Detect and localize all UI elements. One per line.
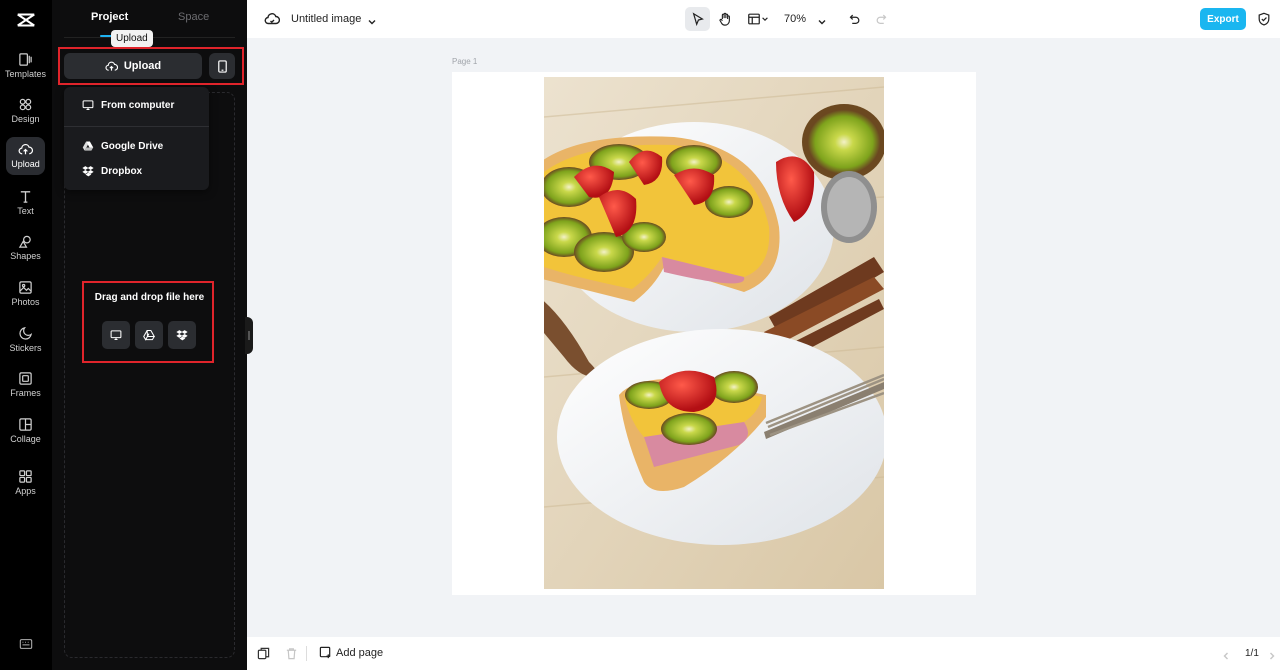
google-drive-icon xyxy=(143,329,155,341)
rail-item-stickers[interactable]: Stickers xyxy=(6,321,45,361)
rail-item-apps[interactable]: Apps xyxy=(6,464,45,504)
upload-panel: Project Space Upload Upload From compute… xyxy=(52,0,247,670)
rail-label: Apps xyxy=(15,486,36,496)
menu-divider xyxy=(64,126,209,127)
menu-item-from-computer[interactable]: From computer xyxy=(82,99,174,111)
rail-item-upload[interactable]: Upload xyxy=(6,137,45,175)
cloud-upload-icon xyxy=(18,143,33,155)
tab-space[interactable]: Space xyxy=(178,11,209,23)
drag-drop-title: Drag and drop file here xyxy=(94,292,205,303)
drop-from-google-drive-button[interactable] xyxy=(135,321,163,349)
upload-button[interactable]: Upload xyxy=(64,53,202,79)
redo-icon xyxy=(876,14,886,24)
hand-tool-button[interactable] xyxy=(712,7,737,31)
collage-icon xyxy=(19,418,32,431)
previous-page-icon[interactable] xyxy=(1221,648,1231,660)
rail-item-text[interactable]: Text xyxy=(6,184,45,224)
frames-icon xyxy=(19,372,32,385)
zoom-level[interactable]: 70% xyxy=(784,13,806,25)
canvas-photo[interactable] xyxy=(544,77,884,589)
add-page-icon xyxy=(319,646,331,659)
rail-item-templates[interactable]: Templates xyxy=(4,47,47,87)
layout-menu-button[interactable] xyxy=(744,7,772,31)
templates-icon xyxy=(19,53,32,66)
drop-from-computer-button[interactable] xyxy=(102,321,130,349)
redo-button[interactable] xyxy=(869,7,894,31)
select-tool-button[interactable] xyxy=(685,7,710,31)
top-toolbar: Untitled image 70% Export xyxy=(247,0,1280,38)
rail-label: Frames xyxy=(10,388,41,398)
rail-item-shapes[interactable]: Shapes xyxy=(6,229,45,269)
rail-label: Shapes xyxy=(10,251,41,261)
rail-item-frames[interactable]: Frames xyxy=(6,366,45,406)
layout-icon xyxy=(748,13,760,25)
rail-item-collage[interactable]: Collage xyxy=(6,412,45,452)
dropbox-icon xyxy=(82,166,94,177)
shapes-icon xyxy=(18,235,31,248)
page-label: Page 1 xyxy=(452,57,478,66)
shield-icon[interactable] xyxy=(1257,12,1271,26)
delete-page-icon[interactable] xyxy=(285,647,298,660)
google-drive-icon xyxy=(82,141,94,151)
page-counter: 1/1 xyxy=(1245,648,1259,659)
undo-button[interactable] xyxy=(841,7,866,31)
export-button[interactable]: Export xyxy=(1200,8,1246,30)
rail-label: Collage xyxy=(10,434,41,444)
menu-item-dropbox[interactable]: Dropbox xyxy=(82,165,142,177)
rail-label: Design xyxy=(11,114,40,124)
monitor-icon xyxy=(82,100,94,111)
duplicate-page-icon[interactable] xyxy=(257,647,270,660)
left-rail: Templates Design Upload Text Shapes Phot… xyxy=(0,0,52,670)
upload-tooltip: Upload xyxy=(111,30,153,47)
monitor-icon xyxy=(110,330,122,341)
chevron-down-icon[interactable] xyxy=(367,14,377,25)
menu-item-google-drive[interactable]: Google Drive xyxy=(82,140,163,152)
pointer-icon xyxy=(692,12,704,26)
photos-icon xyxy=(19,281,32,294)
chevron-down-icon[interactable] xyxy=(817,14,827,25)
keyboard-shortcuts-icon[interactable] xyxy=(19,637,33,651)
rail-label: Photos xyxy=(11,297,40,307)
rail-label: Text xyxy=(17,206,34,216)
cloud-sync-icon[interactable] xyxy=(264,11,281,27)
hand-icon xyxy=(718,12,730,26)
upload-source-menu: From computer Google Drive Dropbox xyxy=(64,87,209,190)
add-page-label: Add page xyxy=(336,646,384,659)
bottom-toolbar: Add page 1/1 xyxy=(247,637,1280,670)
menu-item-label: From computer xyxy=(101,99,175,111)
mobile-phone-icon xyxy=(217,59,227,73)
undo-icon xyxy=(849,14,859,24)
document-title[interactable]: Untitled image xyxy=(291,13,361,25)
collapse-panel-handle[interactable] xyxy=(245,317,253,354)
toolbar-divider xyxy=(306,646,307,661)
rail-item-photos[interactable]: Photos xyxy=(6,275,45,315)
design-icon xyxy=(19,98,32,111)
rail-item-design[interactable]: Design xyxy=(6,92,45,132)
rail-label: Templates xyxy=(4,69,47,79)
stickers-icon xyxy=(19,326,33,340)
text-icon xyxy=(20,191,31,203)
upload-from-phone-button[interactable] xyxy=(209,53,235,79)
chevron-down-icon xyxy=(762,17,768,21)
dropbox-icon xyxy=(176,330,188,341)
apps-icon xyxy=(19,470,32,483)
rail-label: Stickers xyxy=(9,343,42,353)
cloud-upload-icon xyxy=(105,61,118,71)
menu-item-label: Google Drive xyxy=(101,140,164,152)
drop-from-dropbox-button[interactable] xyxy=(168,321,196,349)
next-page-icon[interactable] xyxy=(1267,648,1277,660)
upload-button-label: Upload xyxy=(123,60,162,72)
add-page-button[interactable]: Add page xyxy=(319,646,383,659)
rail-label: Upload xyxy=(11,159,40,169)
menu-item-label: Dropbox xyxy=(101,165,143,177)
capcut-logo-icon[interactable] xyxy=(15,9,37,31)
tab-project[interactable]: Project xyxy=(91,11,128,23)
